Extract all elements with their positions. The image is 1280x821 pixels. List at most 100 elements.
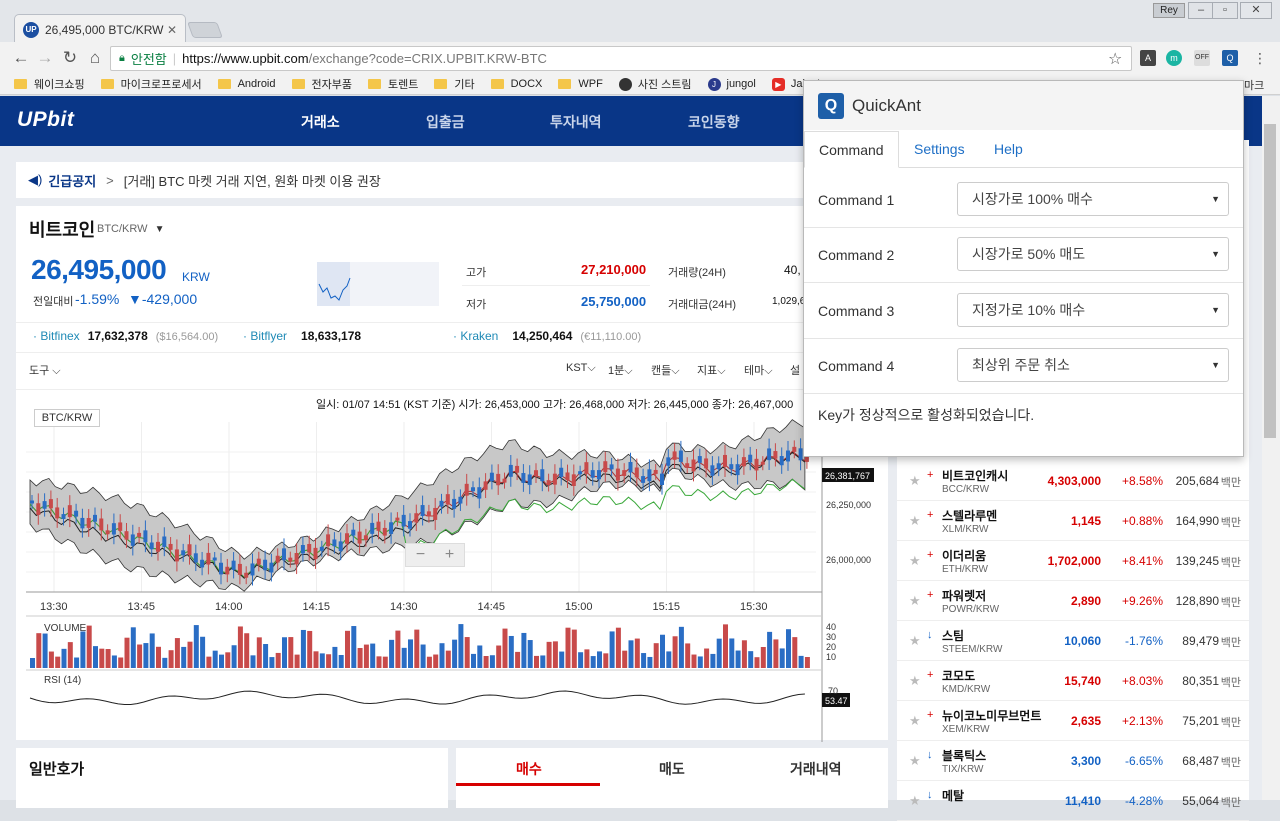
back-icon[interactable]: ← (10, 47, 32, 69)
candle-body (48, 499, 53, 509)
command-select[interactable]: 최상위 주문 취소 ▼ (957, 348, 1229, 382)
new-tab-button[interactable] (187, 22, 223, 38)
favorite-star-icon[interactable]: ★ (909, 713, 921, 729)
candle-body (641, 476, 646, 483)
bookmark-item[interactable]: DOCX (490, 78, 542, 90)
quickant-extension-icon[interactable]: Q (1222, 50, 1238, 66)
tab-buy[interactable]: 매수 (516, 759, 542, 779)
bookmark-item[interactable]: Jjungol (707, 77, 756, 91)
tab-close-icon[interactable]: ✕ (167, 23, 177, 37)
zoom-control[interactable]: − + (405, 543, 465, 567)
volume-bar (118, 657, 124, 668)
coin-list-row[interactable]: ★ ↓ 블록틱스 TIX/KRW 3,300 -6.65% 68,487 백만 (897, 741, 1249, 781)
zoom-in-icon[interactable]: + (445, 546, 454, 564)
favorite-star-icon[interactable]: ★ (909, 593, 921, 609)
candle-body (546, 480, 551, 486)
notice-bar[interactable]: ◀︎) 긴급공지 > [거래] BTC 마켓 거래 지연, 원화 마켓 이용 권… (16, 162, 888, 198)
profile-button[interactable]: Rey (1153, 3, 1185, 18)
bookmark-star-icon[interactable]: ☆ (1108, 49, 1122, 69)
upbit-logo[interactable]: UPbit (17, 108, 74, 132)
tab-help[interactable]: Help (980, 131, 1037, 167)
settings-menu[interactable]: 설 (790, 362, 800, 378)
extension-translate-icon[interactable]: A (1140, 50, 1156, 66)
menu-icon[interactable]: ⋮ (1253, 50, 1267, 67)
price-chart[interactable]: 13:30 13:45 14:00 14:15 14:30 14:45 15:00 15:15… (16, 412, 888, 742)
address-bar[interactable]: 🔒︎ 안전함 | https://www.upbit.com /exchange… (110, 46, 1132, 71)
interval-menu[interactable]: 1분⌵ (608, 362, 633, 378)
minimize-button[interactable]: – (1188, 2, 1214, 19)
candle-body (508, 464, 513, 477)
volume-bar (609, 631, 615, 668)
bookmark-item[interactable]: Android (217, 78, 276, 90)
command-select[interactable]: 지정가로 10% 매수 ▼ (957, 293, 1229, 327)
candle-body (118, 522, 123, 531)
bookmark-item[interactable]: 마이크로프로세서 (100, 76, 202, 92)
tab-sell[interactable]: 매도 (659, 759, 685, 779)
extension-m-icon[interactable]: m (1166, 50, 1182, 66)
bookmark-item[interactable]: 전자부품 (291, 76, 352, 92)
bookmark-item[interactable]: 토렌트 (367, 76, 418, 92)
indicator-menu[interactable]: 지표⌵ (697, 362, 726, 378)
volume-bar (634, 638, 640, 668)
exchange-kraken[interactable]: · Kraken 14,250,464 (€11,110.00) (453, 329, 641, 343)
timezone-menu[interactable]: KST⌵ (566, 362, 596, 375)
favorite-star-icon[interactable]: ★ (909, 553, 921, 569)
scrollbar-thumb[interactable] (1264, 124, 1276, 438)
browser-tab[interactable]: UP 26,495,000 BTC/KRW ✕ (14, 14, 186, 44)
coin-list-row[interactable]: ★ ↓ 스팀 STEEM/KRW 10,060 -1.76% 89,479 백만 (897, 621, 1249, 661)
candle-body (477, 487, 482, 499)
high-label: 고가 (466, 267, 487, 279)
coin-list-row[interactable]: ★ + 스텔라루멘 XLM/KRW 1,145 +0.88% 164,990 백만 (897, 501, 1249, 541)
bookmark-item[interactable]: 기타 (434, 76, 475, 92)
nav-coin-trends[interactable]: 코인동향 (688, 112, 740, 132)
coin-list-row[interactable]: ★ ↓ 메탈 11,410 -4.28% 55,064 백만 (897, 781, 1249, 821)
coin-list-row[interactable]: ★ + 코모도 KMD/KRW 15,740 +8.03% 80,351 백만 (897, 661, 1249, 701)
bookmark-item-tail[interactable]: 마크 (1244, 77, 1264, 93)
bookmark-item[interactable]: 웨이크쇼핑 (14, 76, 85, 92)
command-select[interactable]: 시장가로 50% 매도 ▼ (957, 237, 1229, 271)
tab-command[interactable]: Command (804, 131, 899, 168)
candle-body (534, 470, 538, 477)
close-window-button[interactable]: ✕ (1240, 2, 1272, 19)
tab-history[interactable]: 거래내역 (790, 759, 842, 779)
nav-exchange[interactable]: 거래소 (301, 112, 340, 132)
bookmark-item[interactable]: 사진 스트림 (618, 76, 692, 92)
favorite-star-icon[interactable]: ★ (909, 753, 921, 769)
favorite-star-icon[interactable]: ★ (909, 633, 921, 649)
coin-list-row[interactable]: ★ + 뉴이코노미무브먼트 XEM/KRW 2,635 +2.13% 75,201 백만 (897, 701, 1249, 741)
command-select[interactable]: 시장가로 100% 매수 ▼ (957, 182, 1229, 216)
coin-list-unit: 백만 (1220, 717, 1241, 729)
chart-type-menu[interactable]: 캔들⌵ (651, 362, 680, 378)
tab-settings[interactable]: Settings (900, 131, 979, 167)
volume-bar (628, 640, 634, 668)
nav-deposit[interactable]: 입출금 (426, 112, 465, 132)
tools-menu[interactable]: 도구 ⌵ (29, 362, 61, 378)
coin-list-row[interactable]: ★ + 이더리움 ETH/KRW 1,702,000 +8.41% 139,245 백만 (897, 541, 1249, 581)
notice-text[interactable]: [거래] BTC 마켓 거래 지연, 원화 마켓 이용 권장 (124, 171, 381, 190)
favorite-star-icon[interactable]: ★ (909, 793, 921, 809)
reload-icon[interactable]: ↻ (59, 47, 81, 69)
nav-investments[interactable]: 투자내역 (550, 112, 602, 132)
favorite-star-icon[interactable]: ★ (909, 673, 921, 689)
extension-off-icon[interactable]: OFF (1194, 50, 1210, 66)
theme-menu[interactable]: 테마⌵ (744, 362, 773, 378)
volume-bar (704, 648, 710, 668)
folder-icon (558, 79, 572, 89)
forward-icon[interactable]: → (34, 47, 56, 69)
favorite-star-icon[interactable]: ★ (909, 473, 921, 489)
current-price: 26,495,000 (31, 254, 167, 285)
volume-bar (36, 633, 42, 668)
coin-list-unit: 백만 (1220, 517, 1241, 529)
exchange-bitflyer[interactable]: · Bitflyer 18,633,178 (243, 329, 361, 343)
coin-list-row[interactable]: ★ + 파워렛저 POWR/KRW 2,890 +9.26% 128,890 백만 (897, 581, 1249, 621)
coin-list-row[interactable]: ★ + 비트코인캐시 BCC/KRW 4,303,000 +8.58% 205,684 백만 (897, 461, 1249, 501)
exchange-bitfinex[interactable]: · Bitfinex 17,632,378 ($16,564.00) (33, 329, 218, 343)
zoom-out-icon[interactable]: − (416, 546, 425, 564)
bookmark-item[interactable]: WPF (558, 78, 603, 90)
coin-list-change: -6.65% (1124, 754, 1163, 768)
favorite-star-icon[interactable]: ★ (909, 513, 921, 529)
maximize-button[interactable]: ▫ (1212, 2, 1238, 19)
coin-name[interactable]: 비트코인 (29, 216, 95, 242)
home-icon[interactable]: ⌂ (84, 47, 106, 69)
coin-pair[interactable]: BTC/KRW ▼ (97, 223, 165, 235)
